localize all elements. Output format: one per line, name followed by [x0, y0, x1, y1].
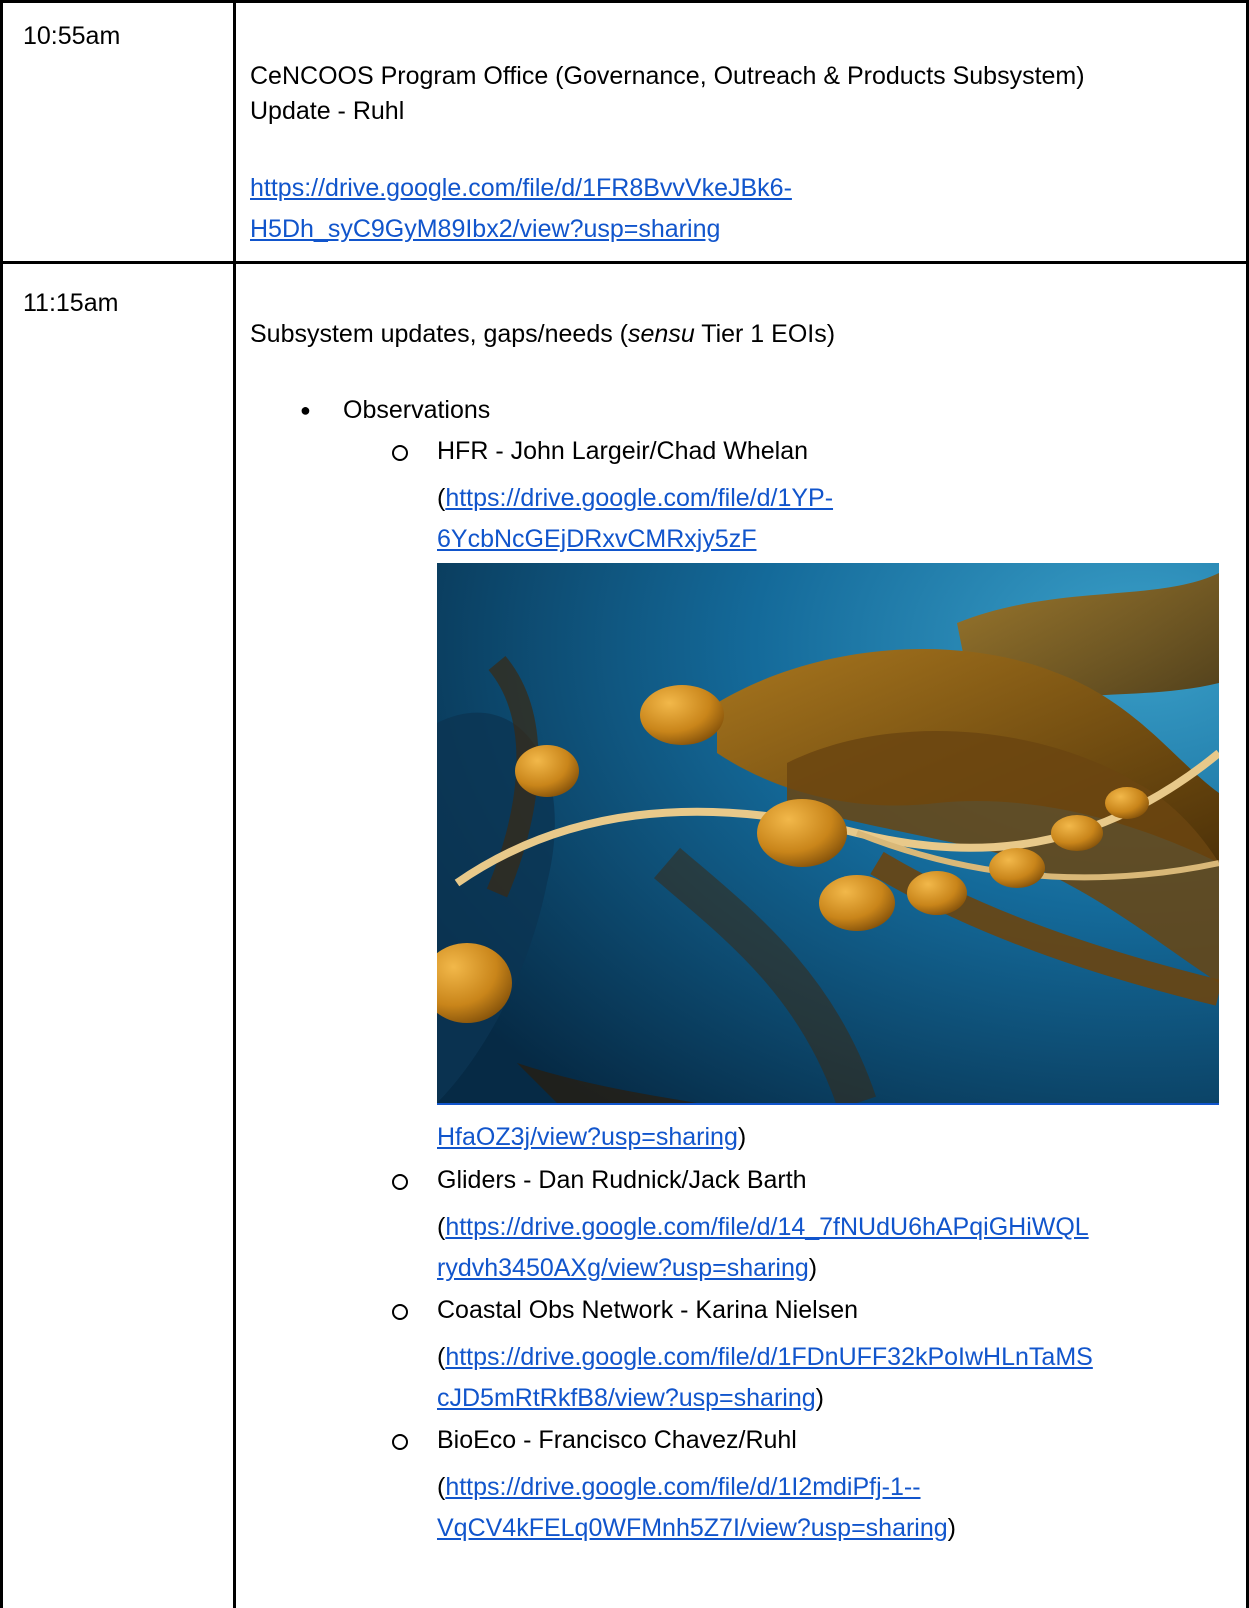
- drive-link-program-office-cont[interactable]: H5Dh_syC9GyM89Ibx2/view?usp=sharing: [250, 212, 720, 246]
- drive-link-gliders-cont[interactable]: rydvh3450AXg/view?usp=sharing: [437, 1254, 809, 1282]
- observations-label: Observations: [343, 396, 491, 424]
- close-paren: ): [737, 1123, 747, 1151]
- item-bioeco-link-line1: (https://drive.google.com/file/d/1I2mdiP…: [437, 1470, 921, 1504]
- kelp-photo: [437, 563, 1219, 1105]
- drive-link-bioeco[interactable]: https://drive.google.com/file/d/1I2mdiPf…: [445, 1473, 920, 1501]
- item-hfr-link-line1: (https://drive.google.com/file/d/1YP-: [437, 481, 833, 515]
- drive-link-hfr-cont[interactable]: 6YcbNcGEjDRxvCMRxjy5zF: [437, 522, 756, 556]
- close-paren: ): [808, 1254, 818, 1282]
- bullet-circle-icon: [392, 1304, 408, 1320]
- item-coastal-label: Coastal Obs Network - Karina Nielsen: [437, 1296, 858, 1324]
- item-gliders-label: Gliders - Dan Rudnick/Jack Barth: [437, 1166, 807, 1194]
- drive-link-coastal[interactable]: https://drive.google.com/file/d/1FDnUFF3…: [445, 1343, 1093, 1371]
- heading-text-post: Tier 1 EOIs): [694, 320, 836, 348]
- time-cell-2: 11:15am: [23, 289, 119, 317]
- bullet-dot-icon: ●: [300, 400, 311, 420]
- table-border-top: [0, 0, 1249, 3]
- drive-link-hfr-end[interactable]: HfaOZ3j/view?usp=sharing: [437, 1123, 738, 1151]
- heading-text-pre: Subsystem updates, gaps/needs (: [250, 320, 629, 348]
- item-gliders-link-line1: (https://drive.google.com/file/d/14_7fNU…: [437, 1210, 1089, 1244]
- close-paren: ): [947, 1514, 956, 1542]
- item-gliders-link-line2: rydvh3450AXg/view?usp=sharing): [437, 1251, 817, 1285]
- table-border-left: [0, 0, 3, 1608]
- bullet-circle-icon: [392, 445, 408, 461]
- item-coastal-link-line2: cJD5mRtRkfB8/view?usp=sharing): [437, 1381, 824, 1415]
- section-heading: Subsystem updates, gaps/needs (sensu Tie…: [250, 317, 835, 351]
- drive-link-gliders[interactable]: https://drive.google.com/file/d/14_7fNUd…: [445, 1213, 1088, 1241]
- drive-link-coastal-cont[interactable]: cJD5mRtRkfB8/view?usp=sharing: [437, 1384, 816, 1412]
- agenda-table: 10:55am CeNCOOS Program Office (Governan…: [0, 0, 1249, 1608]
- item-coastal-link-line1: (https://drive.google.com/file/d/1FDnUFF…: [437, 1340, 1093, 1374]
- item-bioeco-link-line2: VqCV4kFELq0WFMnh5Z7I/view?usp=sharing): [437, 1511, 956, 1545]
- kelp-underwater-icon: [437, 563, 1219, 1103]
- table-column-divider: [233, 0, 236, 1608]
- bullet-circle-icon: [392, 1174, 408, 1190]
- drive-link-hfr[interactable]: https://drive.google.com/file/d/1YP-: [445, 484, 833, 512]
- drive-link-program-office[interactable]: https://drive.google.com/file/d/1FR8BvvV…: [250, 171, 792, 205]
- drive-link-bioeco-cont[interactable]: VqCV4kFELq0WFMnh5Z7I/view?usp=sharing: [437, 1514, 948, 1542]
- bullet-circle-icon: [392, 1434, 408, 1450]
- close-paren: ): [815, 1384, 824, 1412]
- table-row-divider: [0, 261, 1249, 264]
- time-cell-1: 10:55am: [23, 22, 121, 50]
- item-hfr-link-line3: HfaOZ3j/view?usp=sharing): [437, 1120, 746, 1154]
- heading-text-italic: sensu: [628, 320, 695, 348]
- item-bioeco-label: BioEco - Francisco Chavez/Ruhl: [437, 1426, 797, 1454]
- agenda-title: CeNCOOS Program Office (Governance, Outr…: [250, 62, 1085, 90]
- item-hfr-label: HFR - John Largeir/Chad Whelan: [437, 437, 808, 465]
- agenda-title-cont: Update - Ruhl: [250, 97, 405, 125]
